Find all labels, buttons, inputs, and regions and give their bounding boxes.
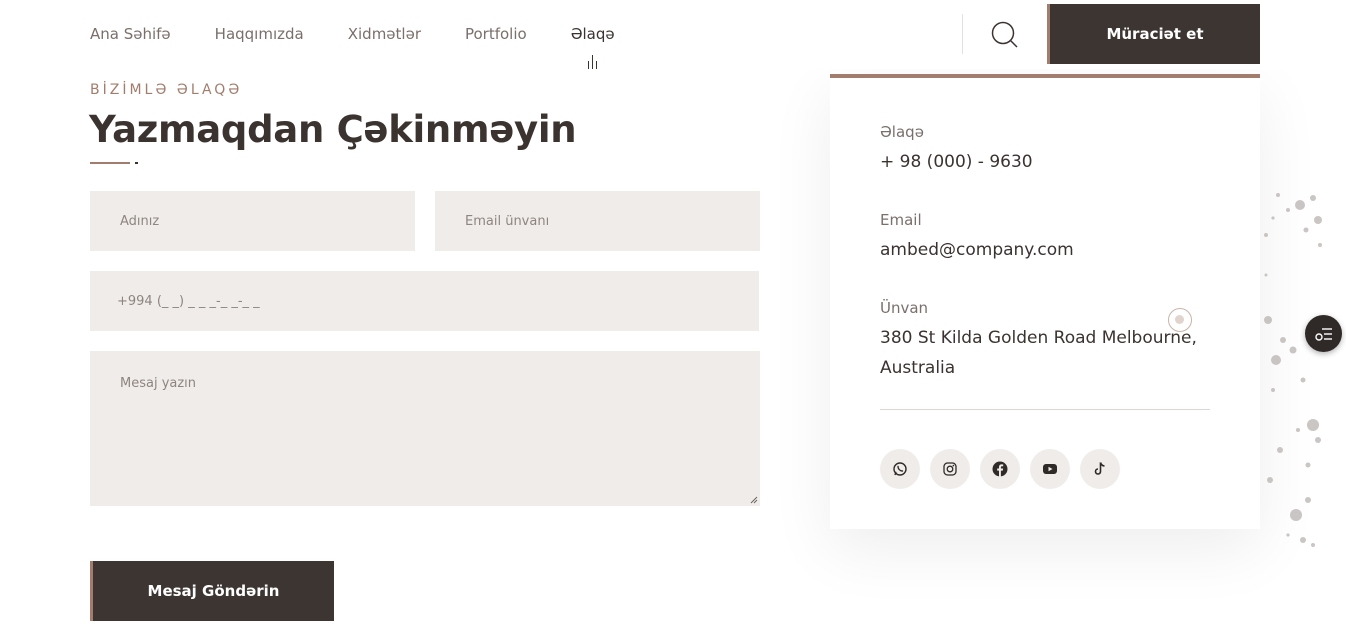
name-input[interactable]: Adınız — [90, 191, 415, 251]
social-links — [880, 449, 1120, 489]
nav-item-about[interactable]: Haqqımızda — [215, 0, 304, 69]
email-value[interactable]: ambed@company.com — [880, 235, 1074, 265]
title-underline — [90, 162, 130, 164]
header-divider — [962, 14, 963, 54]
phone-label: Əlaqə — [880, 123, 924, 141]
instagram-link[interactable] — [930, 449, 970, 489]
contact-info-card: Əlaqə + 98 (000) - 9630 Email ambed@comp… — [830, 74, 1260, 529]
whatsapp-link[interactable] — [880, 449, 920, 489]
cursor-ring-icon — [1168, 308, 1192, 332]
youtube-icon — [1043, 464, 1057, 474]
address-label: Ünvan — [880, 299, 929, 317]
facebook-link[interactable] — [980, 449, 1020, 489]
resize-handle-icon[interactable] — [750, 496, 758, 504]
message-textarea[interactable]: Mesaj yazın — [90, 351, 760, 506]
title-underline-dot — [135, 162, 138, 164]
phone-input-placeholder: +994 (_ _) _ _ _-_ _-_ _ — [117, 293, 260, 309]
tiktok-icon — [1094, 462, 1105, 475]
site-header: Ana Səhifə Haqqımızda Xidmətlər Portfoli… — [0, 0, 1346, 69]
apply-button[interactable]: Müraciət et — [1047, 4, 1260, 64]
paint-splatter-decoration — [1264, 193, 1322, 547]
address-line-2: Australia — [880, 358, 956, 378]
section-eyebrow: BİZİMLƏ ƏLAQƏ — [90, 82, 243, 98]
whatsapp-icon — [893, 462, 907, 476]
search-button[interactable] — [984, 14, 1026, 56]
nav-item-contact[interactable]: Əlaqə — [571, 0, 615, 69]
phone-input[interactable]: +994 (_ _) _ _ _-_ _-_ _ — [90, 271, 759, 331]
nav-item-portfolio[interactable]: Portfolio — [465, 0, 527, 69]
email-input-placeholder: Email ünvanı — [465, 213, 550, 229]
message-textarea-placeholder: Mesaj yazın — [120, 376, 197, 391]
search-icon — [991, 21, 1018, 48]
settings-toggle-icon — [1314, 327, 1332, 341]
address-line-1: 380 St Kilda Golden Road Melbourne, — [880, 328, 1197, 348]
card-divider — [880, 409, 1210, 410]
settings-float-button[interactable] — [1305, 315, 1342, 352]
phone-value[interactable]: + 98 (000) - 9630 — [880, 147, 1033, 177]
nav-item-contact-label: Əlaqə — [570, 25, 615, 43]
name-input-placeholder: Adınız — [120, 213, 160, 229]
instagram-icon — [943, 462, 957, 476]
send-message-button[interactable]: Mesaj Göndərin — [90, 561, 334, 621]
email-input[interactable]: Email ünvanı — [435, 191, 760, 251]
facebook-icon — [992, 461, 1008, 477]
main-nav: Ana Səhifə Haqqımızda Xidmətlər Portfoli… — [90, 0, 659, 69]
page-title: Yazmaqdan Çəkinməyin — [89, 108, 577, 151]
youtube-link[interactable] — [1030, 449, 1070, 489]
email-label: Email — [880, 211, 922, 229]
active-indicator-icon — [587, 55, 599, 69]
tiktok-link[interactable] — [1080, 449, 1120, 489]
nav-item-services[interactable]: Xidmətlər — [348, 0, 421, 69]
nav-item-home[interactable]: Ana Səhifə — [90, 0, 171, 69]
